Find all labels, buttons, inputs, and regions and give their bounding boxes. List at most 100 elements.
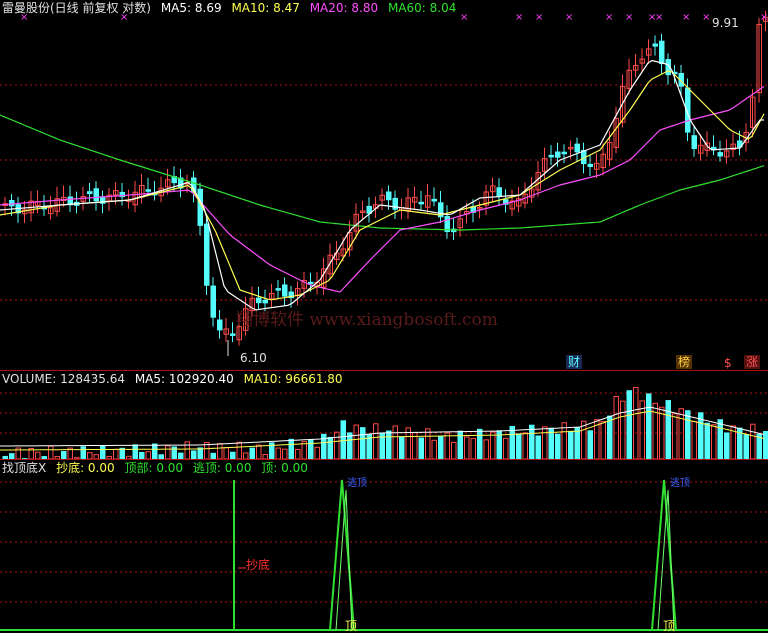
volume-bar: [223, 447, 229, 459]
candle-body: [496, 187, 502, 197]
ma5-line: [0, 59, 764, 311]
volume-bar: [691, 420, 697, 459]
volume-bar: [535, 435, 541, 459]
volume-bar: [626, 390, 632, 459]
signal-x-mark: ×: [460, 12, 468, 23]
candle-body: [574, 143, 580, 153]
ma10-line: [0, 70, 765, 301]
volume-bar: [704, 422, 710, 459]
candle-body: [282, 284, 288, 297]
candle-body: [308, 281, 314, 285]
volume-bar: [139, 451, 145, 459]
volume-bar: [392, 425, 398, 459]
signal-x-mark: ×: [625, 12, 633, 23]
candle-body: [230, 333, 236, 336]
volume-bar: [275, 447, 281, 459]
badge-money[interactable]: $: [724, 356, 732, 370]
volume-bar: [665, 400, 671, 459]
volume-bar: [581, 420, 587, 459]
candle-body: [555, 151, 561, 158]
candle-body: [431, 198, 437, 202]
volume-bar: [509, 425, 515, 459]
volume-bar: [483, 439, 489, 459]
volume-bar: [555, 433, 561, 459]
volume-bar: [230, 451, 236, 459]
ding-marker-label-1: 顶: [345, 619, 358, 633]
ma60-line: [0, 114, 765, 231]
volume-bar: [678, 408, 684, 459]
candle-body: [93, 188, 99, 202]
volume-bar: [353, 424, 359, 459]
badge-cai[interactable]: 财: [566, 355, 583, 369]
candle-body: [210, 285, 216, 318]
volume-bar: [438, 435, 444, 459]
candle-body: [204, 223, 210, 286]
indicator-chart[interactable]: [0, 460, 768, 633]
volume-bar: [464, 436, 470, 459]
indicator-pane[interactable]: 找顶底X 抄底: 0.00 顶部: 0.00 逃顶: 0.00 顶: 0.00 …: [0, 460, 768, 633]
volume-bar: [132, 444, 138, 459]
volume-bar: [80, 446, 86, 459]
volume-bar: [282, 448, 288, 459]
candle-body: [548, 154, 554, 158]
volume-bar: [399, 436, 405, 459]
volume-bar: [516, 433, 522, 459]
candle-body: [659, 40, 665, 65]
volume-bar: [685, 410, 691, 459]
watermark: 翔博软件 www.xiangbosoft.com: [236, 310, 498, 330]
volume-bar: [717, 419, 723, 459]
ding-marker-label-2: 顶: [663, 619, 676, 633]
volume-bar: [347, 432, 353, 459]
volume-bar: [633, 386, 639, 459]
volume-bar: [607, 415, 613, 459]
signal-x-mark: ×: [535, 12, 543, 23]
volume-bar: [470, 438, 476, 459]
taoding-marker-label-2: 逃顶: [670, 478, 690, 489]
price-pane[interactable]: 雷曼股份(日线 前复权 对数) MA5: 8.69 MA10: 8.47 MA2…: [0, 0, 768, 370]
signal-x-mark: ×: [605, 12, 613, 23]
volume-bar: [444, 432, 450, 459]
volume-bar: [490, 431, 496, 459]
volume-bar: [431, 439, 437, 459]
candle-body: [587, 163, 593, 168]
signal-x-mark: ×: [120, 12, 128, 23]
chaodi-marker-label: 抄底: [246, 558, 271, 572]
volume-bar: [711, 424, 717, 459]
candle-body: [9, 199, 15, 207]
candle-body: [67, 196, 73, 206]
candle-body: [386, 191, 392, 201]
candle-body: [418, 201, 424, 205]
candle-body: [691, 135, 697, 149]
candle-body: [717, 152, 723, 157]
volume-bar: [529, 424, 535, 459]
signal-x-mark: ×: [702, 12, 710, 23]
volume-bar: [418, 437, 424, 459]
volume-bar: [743, 434, 749, 459]
candle-body: [87, 191, 93, 195]
candle-body: [145, 189, 151, 192]
candle-body: [262, 299, 268, 304]
taoding-spike-2: [651, 479, 677, 631]
volume-bar: [451, 441, 457, 459]
volume-bar: [574, 426, 580, 459]
volume-bar: [613, 395, 619, 459]
volume-bar: [360, 427, 366, 459]
price-low-label: 6.10: [240, 351, 267, 365]
taoding-spike-inner-1: [335, 489, 353, 631]
volume-bar: [61, 451, 67, 459]
candle-body: [275, 288, 281, 291]
volume-bar: [113, 448, 119, 459]
badge-bang[interactable]: 榜: [676, 355, 693, 369]
volume-bar: [145, 451, 151, 459]
badge-zhang[interactable]: 涨: [744, 355, 761, 369]
taoding-marker-label-1: 逃顶: [347, 478, 367, 489]
volume-chart[interactable]: [0, 371, 768, 459]
volume-bar: [620, 400, 626, 459]
taoding-spike-1: [329, 479, 355, 631]
volume-bar: [373, 423, 379, 459]
volume-bar: [646, 393, 652, 459]
volume-bar: [191, 450, 197, 459]
volume-pane[interactable]: VOLUME: 128435.64 MA5: 102920.40 MA10: 9…: [0, 371, 768, 459]
taoding-spike-inner-2: [657, 489, 675, 631]
volume-bar: [288, 438, 294, 459]
